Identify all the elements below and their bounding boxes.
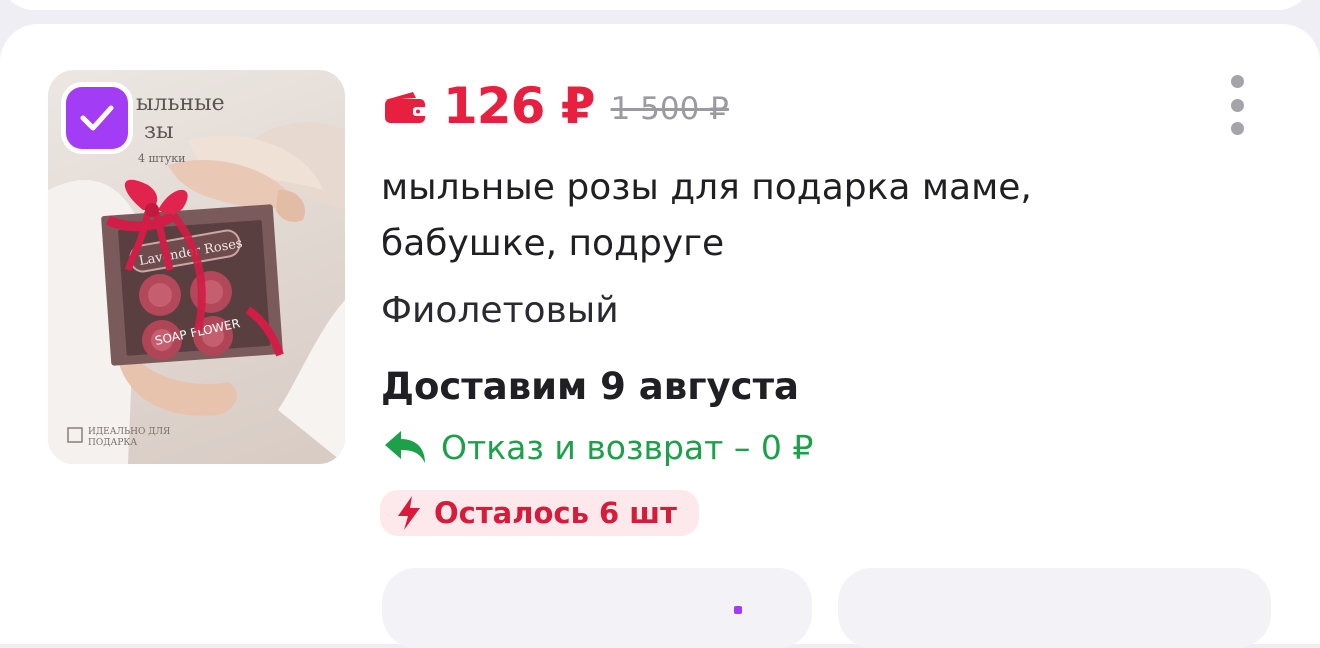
checkmark-icon xyxy=(80,105,114,131)
return-arrow-icon xyxy=(385,431,425,463)
wallet-icon xyxy=(385,92,427,123)
more-vertical-icon xyxy=(1230,75,1244,88)
lightning-icon xyxy=(398,496,420,530)
select-item-checkbox[interactable] xyxy=(66,87,128,149)
old-price: 1 500 ₽ xyxy=(610,91,729,127)
image-subheading: 4 штуки xyxy=(138,152,186,165)
product-variant: Фиолетовый xyxy=(381,290,619,331)
current-price: 126 ₽ xyxy=(443,77,596,135)
button-icon xyxy=(734,606,742,614)
image-footer-1: ИДЕАЛЬНО ДЛЯ xyxy=(88,427,170,437)
return-policy-text: Отказ и возврат – 0 ₽ xyxy=(441,427,814,467)
delivery-date: Доставим 9 августа xyxy=(381,365,799,408)
previous-card xyxy=(0,0,1312,10)
return-policy[interactable]: Отказ и возврат – 0 ₽ xyxy=(383,424,813,470)
action-button-left[interactable] xyxy=(382,568,812,648)
image-footer-2: ПОДАРКА xyxy=(88,438,137,448)
product-title[interactable]: мыльные розы для подарка маме, бабушке, … xyxy=(381,160,1141,272)
image-heading-1: ыльные xyxy=(136,91,225,116)
action-button-right[interactable] xyxy=(838,568,1271,648)
stock-badge: Осталось 6 шт xyxy=(380,490,699,536)
price-row: 126 ₽ 1 500 ₽ xyxy=(383,76,729,136)
image-heading-2: зы xyxy=(144,119,174,144)
stock-text: Осталось 6 шт xyxy=(434,496,677,530)
more-options-button[interactable] xyxy=(1220,70,1254,140)
